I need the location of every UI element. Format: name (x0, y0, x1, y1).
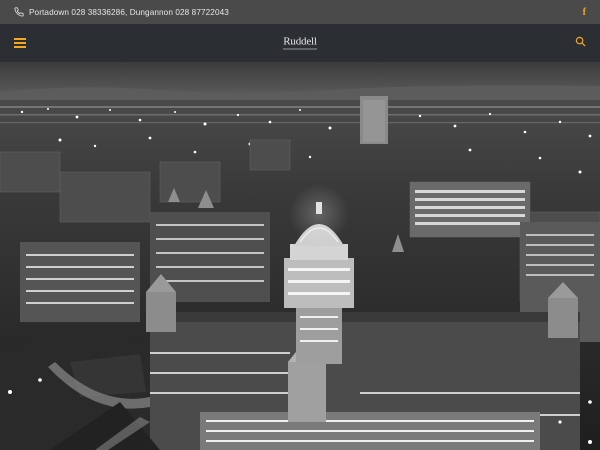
facebook-icon[interactable]: f (583, 7, 586, 18)
logo-text: Ruddell (283, 35, 317, 48)
search-icon[interactable] (575, 34, 586, 52)
contact-info: Portadown 028 38336286, Dungannon 028 87… (14, 7, 229, 17)
hero-cityscape-image (0, 62, 600, 450)
phone-icon (14, 7, 24, 17)
main-navbar: Ruddell (0, 24, 600, 62)
top-info-bar: Portadown 028 38336286, Dungannon 028 87… (0, 0, 600, 24)
site-logo[interactable]: Ruddell (283, 35, 317, 50)
logo-underline (283, 48, 317, 50)
hamburger-menu-icon[interactable] (14, 38, 26, 48)
contact-phone-numbers: Portadown 028 38336286, Dungannon 028 87… (29, 7, 229, 17)
